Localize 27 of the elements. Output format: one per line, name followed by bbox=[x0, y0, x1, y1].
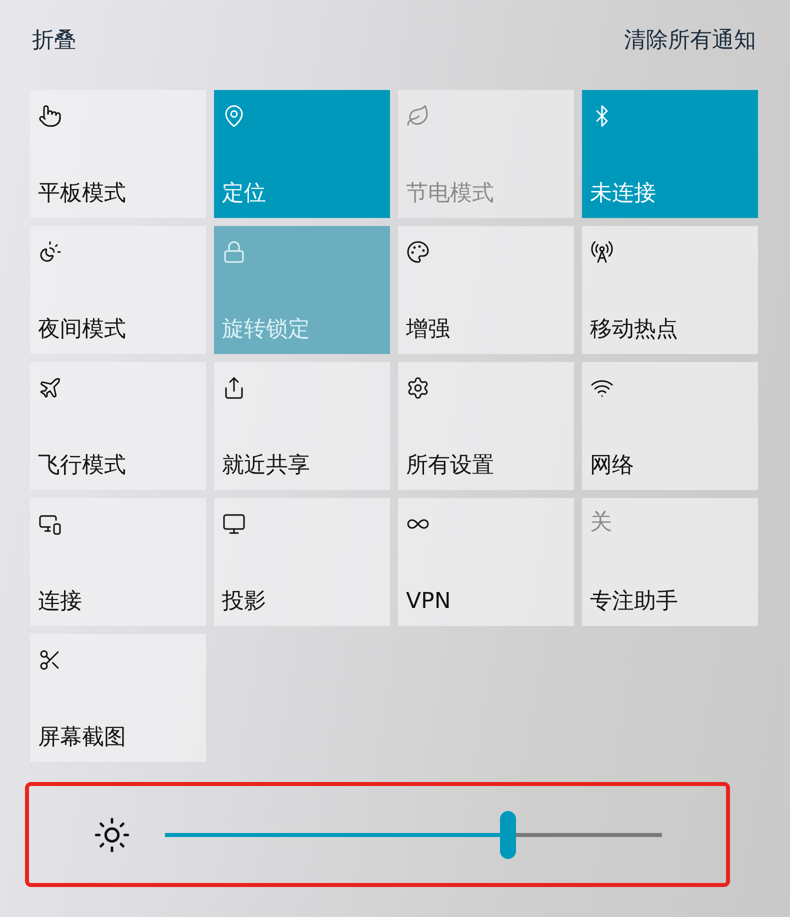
quick-action-tile[interactable]: 平板模式 bbox=[30, 90, 206, 218]
palette-icon bbox=[406, 240, 430, 264]
quick-action-tile[interactable]: 关 专注助手 bbox=[582, 498, 758, 626]
clear-all-notifications-link[interactable]: 清除所有通知 bbox=[624, 25, 756, 55]
quick-action-tile[interactable]: 就近共享 bbox=[214, 362, 390, 490]
icon-label: 关 bbox=[590, 512, 612, 534]
quick-action-tile[interactable]: 增强 bbox=[398, 226, 574, 354]
settings-icon bbox=[406, 376, 430, 400]
hand-icon bbox=[38, 104, 62, 128]
slider-thumb[interactable] bbox=[500, 810, 516, 858]
quick-action-tile[interactable]: 夜间模式 bbox=[30, 226, 206, 354]
quick-action-tile[interactable]: 网络 bbox=[582, 362, 758, 490]
quick-action-tile[interactable]: 连接 bbox=[30, 498, 206, 626]
airplane-icon bbox=[38, 376, 62, 400]
antenna-icon bbox=[590, 240, 614, 264]
quick-action-tile[interactable]: VPN bbox=[398, 498, 574, 626]
quick-action-tile[interactable]: 所有设置 bbox=[398, 362, 574, 490]
leaf-icon bbox=[406, 104, 430, 128]
brightness-icon bbox=[93, 816, 131, 854]
sun-moon-icon bbox=[38, 240, 62, 264]
quick-action-tile[interactable]: 屏幕截图 bbox=[30, 634, 206, 762]
quick-action-tile[interactable]: 移动热点 bbox=[582, 226, 758, 354]
quick-action-tile[interactable]: 飞行模式 bbox=[30, 362, 206, 490]
quick-action-tile[interactable]: 投影 bbox=[214, 498, 390, 626]
lock-icon bbox=[222, 240, 246, 264]
monitor-icon bbox=[222, 512, 246, 536]
collapse-link[interactable]: 折叠 bbox=[32, 25, 76, 55]
